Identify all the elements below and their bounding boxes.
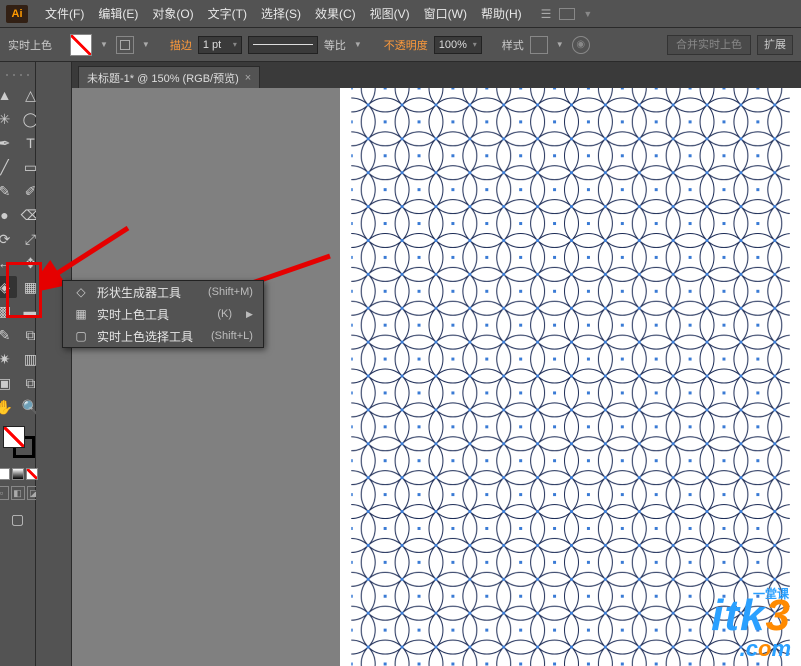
document-tab-title: 未标题-1* @ 150% (RGB/预览) xyxy=(87,70,239,86)
color-mode-row xyxy=(0,468,38,480)
stroke-profile-picker[interactable] xyxy=(248,36,318,54)
stroke-swatch[interactable] xyxy=(116,36,134,54)
watermark-zh: 一堂课 xyxy=(753,588,789,600)
line-tool[interactable]: ╱ xyxy=(0,156,17,178)
dropdown-caret-icon: ▼ xyxy=(583,9,592,19)
caret-icon[interactable]: ▼ xyxy=(352,40,364,49)
workspace: ▲△ ✳◯ ✒T ╱▭ ✎✐ ●⌫ ⟳⤢ ↔✥ ◈▦ ▩▬ ✎⧉ ✷▥ ▣⧉ ✋… xyxy=(0,62,801,666)
options-bar: 实时上色 ▼ ▼ 描边 1 pt▾ 等比 ▼ 不透明度 100%▾ 样式 ▼ ◉… xyxy=(0,28,801,62)
screen-mode-row: ▫ ◧ ◪ xyxy=(0,486,41,500)
merge-live-paint-button[interactable]: 合并实时上色 xyxy=(667,35,751,55)
wm-text: .c xyxy=(740,636,758,661)
flyout-item-live-paint-selection[interactable]: ▢ 实时上色选择工具 (Shift+L) xyxy=(63,325,263,347)
document-area: 未标题-1* @ 150% (RGB/预览) × xyxy=(72,62,801,666)
selection-tool[interactable]: ▲ xyxy=(0,84,17,106)
recolor-button[interactable]: ◉ xyxy=(572,36,590,54)
menu-bar: Ai 文件(F) 编辑(E) 对象(O) 文字(T) 选择(S) 效果(C) 视… xyxy=(0,0,801,28)
opacity-value: 100% xyxy=(439,39,467,51)
canvas[interactable] xyxy=(72,88,801,666)
fill-swatch[interactable] xyxy=(70,34,92,56)
menu-file[interactable]: 文件(F) xyxy=(38,0,91,28)
rotate-tool[interactable]: ⟳ xyxy=(0,228,17,250)
eyedropper-tool[interactable]: ✎ xyxy=(0,324,17,346)
pen-tool[interactable]: ✒ xyxy=(0,132,17,154)
flyout-item-shortcut: (Shift+L) xyxy=(211,330,253,342)
color-mode-none[interactable] xyxy=(26,468,38,480)
submenu-arrow-icon: ▶ xyxy=(246,309,253,320)
flyout-item-live-paint-bucket[interactable]: ▦ 实时上色工具 (K) ▶ xyxy=(63,303,263,325)
caret-icon[interactable]: ▼ xyxy=(98,40,110,49)
opacity-label: 不透明度 xyxy=(384,37,428,53)
caret-icon[interactable]: ▼ xyxy=(140,40,152,49)
live-paint-bucket-icon: ▦ xyxy=(73,307,89,321)
wm-text: m xyxy=(771,636,791,661)
opacity-input[interactable]: 100%▾ xyxy=(434,36,482,54)
document-tab-bar: 未标题-1* @ 150% (RGB/预览) × xyxy=(72,62,801,88)
shape-builder-icon: ◇ xyxy=(73,285,89,299)
arrange-windows-icon[interactable] xyxy=(559,8,575,20)
menu-window[interactable]: 窗口(W) xyxy=(417,0,474,28)
style-label: 样式 xyxy=(502,37,524,53)
workspace-switch-icon[interactable] xyxy=(541,7,552,21)
draw-behind-button[interactable]: ◧ xyxy=(11,486,25,500)
symbol-sprayer-tool[interactable]: ✷ xyxy=(0,348,17,370)
stroke-label: 描边 xyxy=(170,37,192,53)
menu-effect[interactable]: 效果(C) xyxy=(308,0,363,28)
color-mode-solid[interactable] xyxy=(0,468,10,480)
watermark: 一堂课 itk3 .com xyxy=(711,594,791,660)
hand-tool[interactable]: ✋ xyxy=(0,396,17,418)
menu-type[interactable]: 文字(T) xyxy=(201,0,254,28)
width-tool[interactable]: ↔ xyxy=(0,252,17,274)
menu-select[interactable]: 选择(S) xyxy=(254,0,308,28)
menu-extras: ▼ xyxy=(541,7,593,21)
wm-text: o xyxy=(758,636,771,661)
flyout-item-label: 实时上色工具 xyxy=(97,306,199,323)
stroke-weight-value: 1 pt xyxy=(203,39,221,51)
stroke-weight-input[interactable]: 1 pt▾ xyxy=(198,36,242,54)
artboard-tool[interactable]: ▣ xyxy=(0,372,17,394)
menu-view[interactable]: 视图(V) xyxy=(363,0,417,28)
tools-panel: ▲△ ✳◯ ✒T ╱▭ ✎✐ ●⌫ ⟳⤢ ↔✥ ◈▦ ▩▬ ✎⧉ ✷▥ ▣⧉ ✋… xyxy=(0,62,36,666)
magic-wand-tool[interactable]: ✳ xyxy=(0,108,17,130)
app-badge: Ai xyxy=(6,5,28,23)
screen-mode-button[interactable]: ▢ xyxy=(5,508,31,530)
graphic-style-picker[interactable] xyxy=(530,36,548,54)
ratio-label: 等比 xyxy=(324,37,346,53)
live-paint-selection-icon: ▢ xyxy=(73,329,89,343)
expand-button[interactable]: 扩展 xyxy=(757,35,793,55)
blob-brush-tool[interactable]: ● xyxy=(0,204,17,226)
document-tab[interactable]: 未标题-1* @ 150% (RGB/预览) × xyxy=(78,66,260,88)
current-tool-label: 实时上色 xyxy=(8,37,52,53)
shape-builder-tool[interactable]: ◈ xyxy=(0,276,17,298)
draw-normal-button[interactable]: ▫ xyxy=(0,486,9,500)
panel-grip-icon[interactable] xyxy=(4,74,32,82)
flyout-item-shortcut: (Shift+M) xyxy=(208,286,253,298)
fill-stroke-control[interactable] xyxy=(3,426,33,456)
caret-icon[interactable]: ▼ xyxy=(554,40,566,49)
pasteboard xyxy=(72,88,340,666)
flyout-item-shape-builder[interactable]: ◇ 形状生成器工具 (Shift+M) xyxy=(63,281,263,303)
menu-object[interactable]: 对象(O) xyxy=(145,0,200,28)
close-icon[interactable]: × xyxy=(245,72,251,84)
flyout-item-label: 形状生成器工具 xyxy=(97,284,190,301)
color-mode-gradient[interactable] xyxy=(12,468,24,480)
collapsed-panel-dock[interactable] xyxy=(36,62,72,666)
menu-help[interactable]: 帮助(H) xyxy=(474,0,529,28)
flyout-item-shortcut: (K) xyxy=(217,308,232,320)
menu-edit[interactable]: 编辑(E) xyxy=(91,0,145,28)
paintbrush-tool[interactable]: ✎ xyxy=(0,180,17,202)
flyout-item-label: 实时上色选择工具 xyxy=(97,328,193,345)
mesh-tool[interactable]: ▩ xyxy=(0,300,17,322)
tool-flyout-menu: ◇ 形状生成器工具 (Shift+M) ▦ 实时上色工具 (K) ▶ ▢ 实时上… xyxy=(62,280,264,348)
artwork-pattern xyxy=(340,88,801,666)
